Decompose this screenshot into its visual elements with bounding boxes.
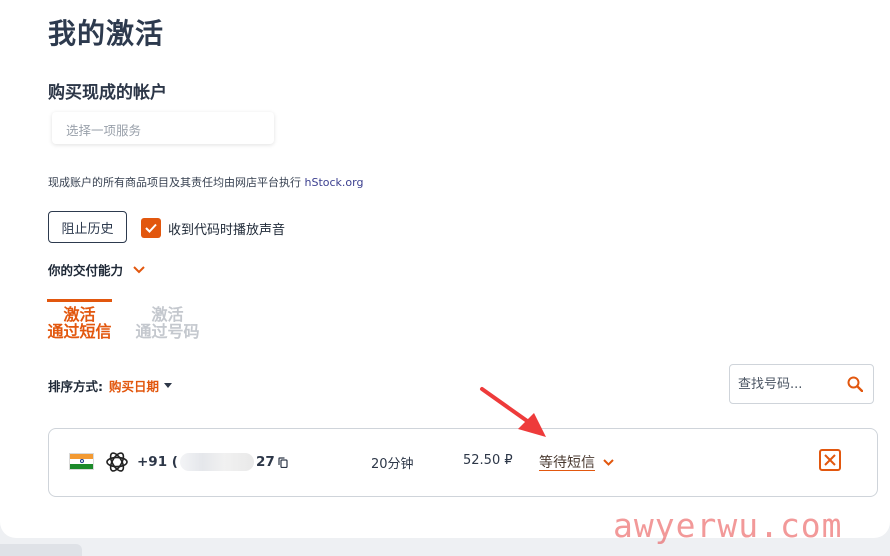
checkmark-icon xyxy=(145,223,157,233)
number-search-box xyxy=(729,364,874,404)
hstock-link[interactable]: hStock.org xyxy=(305,176,364,189)
block-history-button[interactable]: 阻止历史 xyxy=(48,211,127,243)
sort-control[interactable]: 排序方式: 购买日期 xyxy=(48,376,173,395)
status-dropdown[interactable]: 等待短信 xyxy=(539,452,614,472)
sound-checkbox-label: 收到代码时播放声音 xyxy=(168,222,286,238)
activation-row: +91 ( 27 20分钟 52.50 ₽ 等待短信 xyxy=(48,428,878,497)
caret-down-icon xyxy=(164,383,173,388)
notice-text: 现成账户的所有商品项目及其责任均由网店平台执行 xyxy=(48,176,305,189)
tab-sms-line2: 通过短信 xyxy=(47,322,112,341)
bottom-strip xyxy=(0,544,82,556)
phone-number: +91 ( 27 xyxy=(137,453,288,471)
search-icon[interactable] xyxy=(847,376,863,392)
india-flag-icon xyxy=(69,453,94,470)
redacted-digits xyxy=(179,453,254,471)
ready-accounts-notice: 现成账户的所有商品项目及其责任均由网店平台执行 hStock.org xyxy=(48,174,363,190)
tab-number-line2: 通过号码 xyxy=(135,322,200,341)
sound-checkbox[interactable] xyxy=(141,218,161,238)
openai-icon xyxy=(106,452,128,472)
number-search-input[interactable] xyxy=(738,376,838,392)
copy-icon[interactable] xyxy=(278,456,288,468)
chevron-down-icon xyxy=(133,265,145,273)
delivery-capability-toggle[interactable]: 你的交付能力 xyxy=(48,260,145,279)
activation-duration: 20分钟 xyxy=(371,457,414,472)
tab-number-line1: 激活 xyxy=(151,305,184,324)
tab-activation-by-number[interactable]: 激活 通过号码 xyxy=(135,299,200,340)
phone-suffix: 27 xyxy=(255,454,275,470)
activation-price: 52.50 ₽ xyxy=(463,453,513,468)
watermark: awyerwu.com xyxy=(613,506,843,545)
annotation-arrow-icon xyxy=(480,387,546,437)
sort-label: 排序方式: xyxy=(48,379,103,394)
sort-value[interactable]: 购买日期 xyxy=(109,376,159,395)
delivery-capability-label: 你的交付能力 xyxy=(48,263,124,278)
activations-panel: 我的激活 购买现成的帐户 选择一项服务 现成账户的所有商品项目及其责任均由网店平… xyxy=(0,0,890,538)
page-title: 我的激活 xyxy=(48,17,165,50)
buy-ready-accounts-title: 购买现成的帐户 xyxy=(48,83,167,103)
tab-activation-by-sms[interactable]: 激活 通过短信 xyxy=(47,299,112,340)
sound-toggle-row[interactable]: 收到代码时播放声音 xyxy=(141,218,285,238)
phone-prefix: +91 ( xyxy=(137,454,178,470)
status-text: 等待短信 xyxy=(539,455,595,471)
service-select[interactable]: 选择一项服务 xyxy=(52,112,274,144)
chevron-down-icon xyxy=(603,458,614,466)
close-icon xyxy=(824,454,836,466)
tab-sms-line1: 激活 xyxy=(63,305,96,324)
cancel-activation-button[interactable] xyxy=(819,449,841,471)
